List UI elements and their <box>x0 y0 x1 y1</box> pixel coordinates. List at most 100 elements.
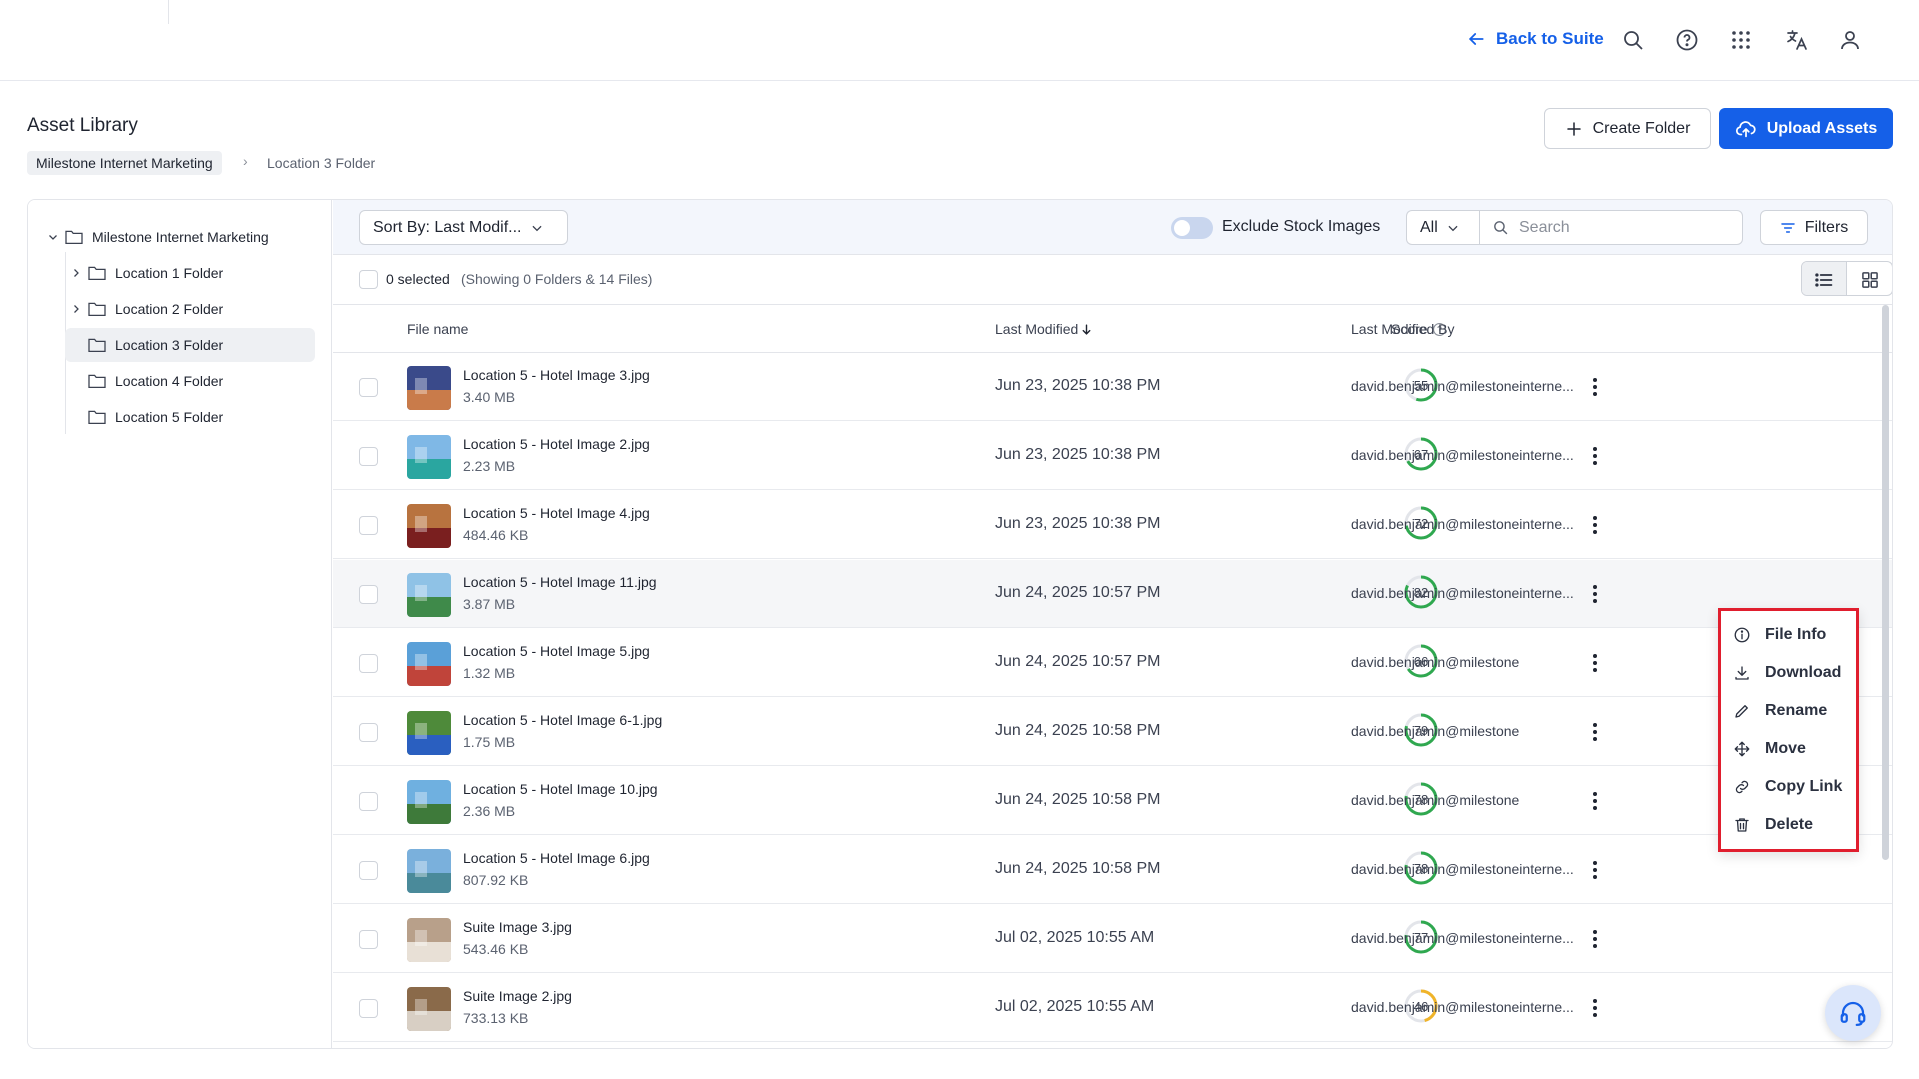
type-filter-select[interactable]: All <box>1406 210 1479 245</box>
file-name[interactable]: Suite Image 2.jpg <box>463 988 572 1004</box>
create-folder-button[interactable]: Create Folder <box>1544 108 1711 149</box>
file-name[interactable]: Location 5 - Hotel Image 2.jpg <box>463 436 650 452</box>
file-modified-date: Jun 24, 2025 10:58 PM <box>995 860 1161 877</box>
search-icon[interactable] <box>1619 26 1647 54</box>
chevron-right-icon[interactable] <box>65 303 87 315</box>
tree-item-location-2[interactable]: Location 2 Folder <box>65 292 315 326</box>
file-name[interactable]: Location 5 - Hotel Image 6.jpg <box>463 850 650 866</box>
file-thumbnail[interactable] <box>407 987 451 1031</box>
column-last-modified-by[interactable]: Last Modified By <box>1351 321 1455 337</box>
file-thumbnail[interactable] <box>407 504 451 548</box>
file-size: 807.92 KB <box>463 872 529 888</box>
file-name[interactable]: Location 5 - Hotel Image 4.jpg <box>463 505 650 521</box>
more-actions-icon[interactable] <box>1583 511 1607 539</box>
tree-item-location-1[interactable]: Location 1 Folder <box>65 256 315 290</box>
menu-item-move[interactable]: Move <box>1733 735 1806 763</box>
more-actions-icon[interactable] <box>1583 925 1607 953</box>
grid-view-button[interactable] <box>1847 262 1892 295</box>
file-modified-date: Jun 23, 2025 10:38 PM <box>995 515 1161 532</box>
file-thumbnail[interactable] <box>407 435 451 479</box>
chevron-down-icon <box>531 225 542 231</box>
more-actions-icon[interactable] <box>1583 856 1607 884</box>
menu-item-file-info[interactable]: File Info <box>1733 621 1826 649</box>
table-row[interactable]: Suite Image 3.jpg 543.46 KB Jul 02, 2025 1… <box>333 905 1892 973</box>
tree-item-location-4[interactable]: Location 4 Folder <box>65 364 315 398</box>
menu-item-copy-link[interactable]: Copy Link <box>1733 773 1842 801</box>
menu-item-download[interactable]: Download <box>1733 659 1841 687</box>
file-name[interactable]: Location 5 - Hotel Image 3.jpg <box>463 367 650 383</box>
file-thumbnail[interactable] <box>407 918 451 962</box>
file-name[interactable]: Suite Image 3.jpg <box>463 919 572 935</box>
table-row[interactable]: Suite Image 6.jpg <box>333 1043 1892 1048</box>
chevron-right-icon[interactable] <box>65 267 87 279</box>
row-checkbox[interactable] <box>359 723 378 742</box>
sort-dropdown[interactable]: Sort By: Last Modif... <box>359 210 568 245</box>
more-actions-icon[interactable] <box>1583 787 1607 815</box>
translate-icon[interactable] <box>1783 26 1811 54</box>
filters-button[interactable]: Filters <box>1760 210 1868 245</box>
more-actions-icon[interactable] <box>1583 994 1607 1022</box>
search-input[interactable] <box>1519 218 1719 237</box>
file-thumbnail[interactable] <box>407 642 451 686</box>
file-thumbnail[interactable] <box>407 780 451 824</box>
row-checkbox[interactable] <box>359 861 378 880</box>
table-row[interactable]: Location 5 - Hotel Image 6-1.jpg 1.75 MB J… <box>333 698 1892 766</box>
row-checkbox[interactable] <box>359 447 378 466</box>
exclude-stock-toggle[interactable] <box>1171 217 1213 239</box>
table-row[interactable]: Location 5 - Hotel Image 6.jpg 807.92 KB J… <box>333 836 1892 904</box>
file-thumbnail[interactable] <box>407 711 451 755</box>
tree-root[interactable]: Milestone Internet Marketing <box>42 220 322 254</box>
file-thumbnail[interactable] <box>407 849 451 893</box>
table-row[interactable]: Location 5 - Hotel Image 11.jpg 3.87 MB Ju… <box>333 560 1892 628</box>
apps-grid-icon[interactable] <box>1727 26 1755 54</box>
file-modified-by: david.benjamin@milestoneinterne... <box>1351 516 1574 532</box>
upload-assets-button[interactable]: Upload Assets <box>1719 108 1893 149</box>
chevron-down-icon[interactable] <box>42 231 64 243</box>
row-checkbox[interactable] <box>359 792 378 811</box>
table-row[interactable]: Location 5 - Hotel Image 10.jpg 2.36 MB Ju… <box>333 767 1892 835</box>
ai-assistant-button[interactable] <box>1825 985 1881 1041</box>
select-all-checkbox[interactable] <box>359 270 378 289</box>
back-to-suite-link[interactable]: Back to Suite <box>1466 26 1604 52</box>
file-thumbnail[interactable] <box>407 366 451 410</box>
table-row[interactable]: Location 5 - Hotel Image 4.jpg 484.46 KB J… <box>333 491 1892 559</box>
breadcrumb-root[interactable]: Milestone Internet Marketing <box>27 151 222 175</box>
menu-item-rename[interactable]: Rename <box>1733 697 1827 725</box>
file-modified-date: Jun 24, 2025 10:58 PM <box>995 791 1161 808</box>
more-actions-icon[interactable] <box>1583 718 1607 746</box>
table-row[interactable]: Location 5 - Hotel Image 2.jpg 2.23 MB Jun… <box>333 422 1892 490</box>
list-view-button[interactable] <box>1802 262 1848 295</box>
row-checkbox[interactable] <box>359 930 378 949</box>
row-checkbox[interactable] <box>359 999 378 1018</box>
row-checkbox[interactable] <box>359 516 378 535</box>
file-thumbnail[interactable] <box>407 573 451 617</box>
file-name[interactable]: Location 5 - Hotel Image 6-1.jpg <box>463 712 662 728</box>
table-row[interactable]: Location 5 - Hotel Image 3.jpg 3.40 MB Jun… <box>333 353 1892 421</box>
user-icon[interactable] <box>1836 26 1864 54</box>
pencil-icon <box>1735 705 1748 718</box>
menu-item-delete[interactable]: Delete <box>1733 811 1813 839</box>
link-icon <box>1735 780 1749 794</box>
more-actions-icon[interactable] <box>1583 649 1607 677</box>
file-name[interactable]: Location 5 - Hotel Image 11.jpg <box>463 574 657 590</box>
tree-item-location-3[interactable]: Location 3 Folder <box>65 328 315 362</box>
scrollbar[interactable] <box>1882 305 1889 860</box>
row-checkbox[interactable] <box>359 378 378 397</box>
help-icon[interactable] <box>1673 26 1701 54</box>
tree-item-label: Location 3 Folder <box>115 337 224 353</box>
view-toggle <box>1801 261 1892 296</box>
column-last-modified[interactable]: Last Modified <box>995 321 1093 337</box>
row-checkbox[interactable] <box>359 585 378 604</box>
tree-item-location-5[interactable]: Location 5 Folder <box>65 400 315 434</box>
list-icon <box>1815 272 1833 287</box>
more-actions-icon[interactable] <box>1583 442 1607 470</box>
more-actions-icon[interactable] <box>1583 373 1607 401</box>
file-name[interactable]: Location 5 - Hotel Image 10.jpg <box>463 781 658 797</box>
column-file-name[interactable]: File name <box>407 321 468 337</box>
sort-label: Sort By: Last Modif... <box>373 218 522 236</box>
file-name[interactable]: Location 5 - Hotel Image 5.jpg <box>463 643 650 659</box>
table-row[interactable]: Location 5 - Hotel Image 5.jpg 1.32 MB Jun… <box>333 629 1892 697</box>
table-row[interactable]: Suite Image 2.jpg 733.13 KB Jul 02, 2025 1… <box>333 974 1892 1042</box>
more-actions-icon[interactable] <box>1583 580 1607 608</box>
row-checkbox[interactable] <box>359 654 378 673</box>
